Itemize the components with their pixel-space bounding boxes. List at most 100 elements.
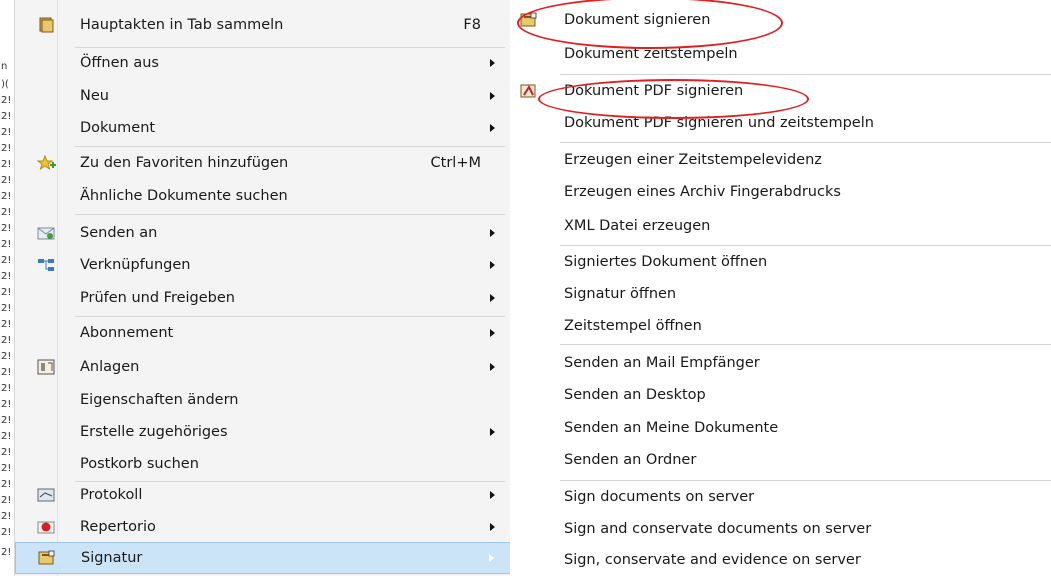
submenu-item-label: Erzeugen eines Archiv Fingerabdrucks (564, 184, 841, 200)
strip-text: 2! (1, 175, 12, 186)
submenu-item-senden-desktop[interactable]: Senden an Desktop (510, 380, 1051, 410)
menu-item-verknuepfungen[interactable]: Verknüpfungen (15, 250, 511, 280)
menu-item-label: Eigenschaften ändern (80, 392, 239, 408)
submenu-item-senden-meine-dokumente[interactable]: Senden an Meine Dokumente (510, 413, 1051, 443)
submenu-item-label: Senden an Mail Empfänger (564, 355, 760, 371)
strip-text: 2! (1, 159, 12, 170)
submenu-item-sign-conservate-server[interactable]: Sign and conservate documents on server (510, 514, 1051, 544)
submenu-separator (560, 480, 1051, 481)
menu-item-label: Verknüpfungen (80, 257, 191, 273)
background-window-strip: n )( 2! 2! 2! 2! 2! 2! 2! 2! 2! 2! 2! 2!… (0, 0, 14, 576)
strip-text: 2! (1, 527, 12, 538)
strip-text: 2! (1, 239, 12, 250)
submenu-item-xml-datei[interactable]: XML Datei erzeugen (510, 211, 1051, 241)
menu-item-protokoll[interactable]: Protokoll (15, 480, 511, 510)
submenu-item-dokument-zeitstempeln[interactable]: Dokument zeitstempeln (510, 39, 1051, 69)
menu-item-neu[interactable]: Neu (15, 81, 511, 111)
menu-item-pruefen[interactable]: Prüfen und Freigeben (15, 283, 511, 313)
submenu-arrow-icon (490, 491, 495, 499)
submenu-arrow-icon (490, 229, 495, 237)
submenu-arrow-icon (489, 554, 494, 562)
submenu-separator (560, 245, 1051, 246)
menu-item-label: Dokument (80, 120, 156, 136)
menu-item-aehnliche[interactable]: Ähnliche Dokumente suchen (15, 181, 511, 211)
submenu-item-signatur-oeffnen[interactable]: Signatur öffnen (510, 279, 1051, 309)
submenu-item-zeitstempelevidenz[interactable]: Erzeugen einer Zeitstempelevidenz (510, 145, 1051, 175)
submenu-arrow-icon (490, 261, 495, 269)
submenu-arrow-icon (490, 92, 495, 100)
add-favorite-star-icon (36, 154, 56, 171)
strip-text: 2! (1, 143, 12, 154)
strip-text: 2! (1, 463, 12, 474)
strip-text: 2! (1, 287, 12, 298)
submenu-separator (560, 74, 1051, 75)
menu-item-anlagen[interactable]: Anlagen (15, 352, 511, 382)
submenu-item-label: Senden an Ordner (564, 452, 697, 468)
submenu-item-label: XML Datei erzeugen (564, 218, 711, 234)
submenu-item-archiv-fingerabdruck[interactable]: Erzeugen eines Archiv Fingerabdrucks (510, 177, 1051, 207)
strip-text: 2! (1, 271, 12, 282)
submenu-item-sign-conservate-evidence-server[interactable]: Sign, conservate and evidence on server (510, 545, 1051, 575)
submenu-arrow-icon (490, 363, 495, 371)
menu-item-senden-an[interactable]: Senden an (15, 218, 511, 248)
protocol-icon (37, 487, 55, 503)
menu-item-favoriten[interactable]: Zu den Favoriten hinzufügen Ctrl+M (15, 148, 511, 178)
submenu-item-label: Dokument zeitstempeln (564, 46, 738, 62)
strip-text: 2! (1, 367, 12, 378)
submenu-item-label: Erzeugen einer Zeitstempelevidenz (564, 152, 822, 168)
submenu-item-pdf-signieren[interactable]: Dokument PDF signieren (510, 76, 1051, 106)
menu-item-signatur[interactable]: Signatur (15, 542, 511, 574)
repertorio-icon (37, 519, 55, 535)
menu-item-abonnement[interactable]: Abonnement (15, 318, 511, 348)
strip-text: 2! (1, 223, 12, 234)
strip-text: n (1, 61, 8, 72)
folder-stack-icon (37, 17, 55, 33)
submenu-item-label: Senden an Desktop (564, 387, 706, 403)
strip-text: 2! (1, 415, 12, 426)
menu-separator (75, 146, 505, 147)
submenu-item-senden-ordner[interactable]: Senden an Ordner (510, 445, 1051, 475)
submenu-item-pdf-signieren-zeitstempeln[interactable]: Dokument PDF signieren und zeitstempeln (510, 108, 1051, 138)
submenu-arrow-icon (490, 124, 495, 132)
submenu-item-signiertes-dokument-oeffnen[interactable]: Signiertes Dokument öffnen (510, 247, 1051, 277)
menu-item-eigenschaften[interactable]: Eigenschaften ändern (15, 385, 511, 415)
submenu-item-zeitstempel-oeffnen[interactable]: Zeitstempel öffnen (510, 311, 1051, 341)
submenu-item-label: Signiertes Dokument öffnen (564, 254, 768, 270)
menu-item-dokument[interactable]: Dokument (15, 113, 511, 143)
menu-item-label: Anlagen (80, 359, 140, 375)
submenu-item-label: Dokument PDF signieren und zeitstempeln (564, 115, 874, 131)
links-tree-icon (37, 257, 55, 273)
strip-text: 2! (1, 191, 12, 202)
strip-text: 2! (1, 111, 12, 122)
menu-item-oeffnen-aus[interactable]: Öffnen aus (15, 48, 511, 78)
submenu-item-label: Dokument signieren (564, 12, 711, 28)
menu-item-label: Prüfen und Freigeben (80, 290, 235, 306)
menu-item-hauptakten[interactable]: Hauptakten in Tab sammeln F8 (15, 10, 511, 40)
strip-text: 2! (1, 479, 12, 490)
menu-item-label: Erstelle zugehöriges (80, 424, 228, 440)
menu-item-erstelle[interactable]: Erstelle zugehöriges (15, 417, 511, 447)
menu-item-label: Hauptakten in Tab sammeln (80, 17, 284, 33)
signatur-submenu: Dokument signieren Dokument zeitstempeln… (510, 0, 1051, 576)
submenu-item-dokument-signieren[interactable]: Dokument signieren (510, 5, 1051, 35)
submenu-item-senden-mail[interactable]: Senden an Mail Empfänger (510, 348, 1051, 378)
submenu-arrow-icon (490, 294, 495, 302)
menu-item-postkorb[interactable]: Postkorb suchen (15, 449, 511, 479)
submenu-arrow-icon (490, 329, 495, 337)
menu-item-label: Signatur (81, 550, 143, 566)
strip-text: 2! (1, 495, 12, 506)
menu-item-repertorio[interactable]: Repertorio (15, 512, 511, 542)
strip-text: 2! (1, 351, 12, 362)
menu-item-label: Öffnen aus (80, 55, 159, 71)
submenu-item-sign-server[interactable]: Sign documents on server (510, 482, 1051, 512)
submenu-item-label: Senden an Meine Dokumente (564, 420, 779, 436)
strip-text: 2! (1, 255, 12, 266)
strip-text: 2! (1, 399, 12, 410)
strip-text: 2! (1, 511, 12, 522)
submenu-arrow-icon (490, 523, 495, 531)
menu-item-label: Ähnliche Dokumente suchen (80, 188, 288, 204)
sign-document-icon (520, 12, 538, 28)
strip-text: 2! (1, 207, 12, 218)
strip-text: 2! (1, 547, 12, 558)
context-menu: Hauptakten in Tab sammeln F8 Öffnen aus … (14, 0, 512, 576)
